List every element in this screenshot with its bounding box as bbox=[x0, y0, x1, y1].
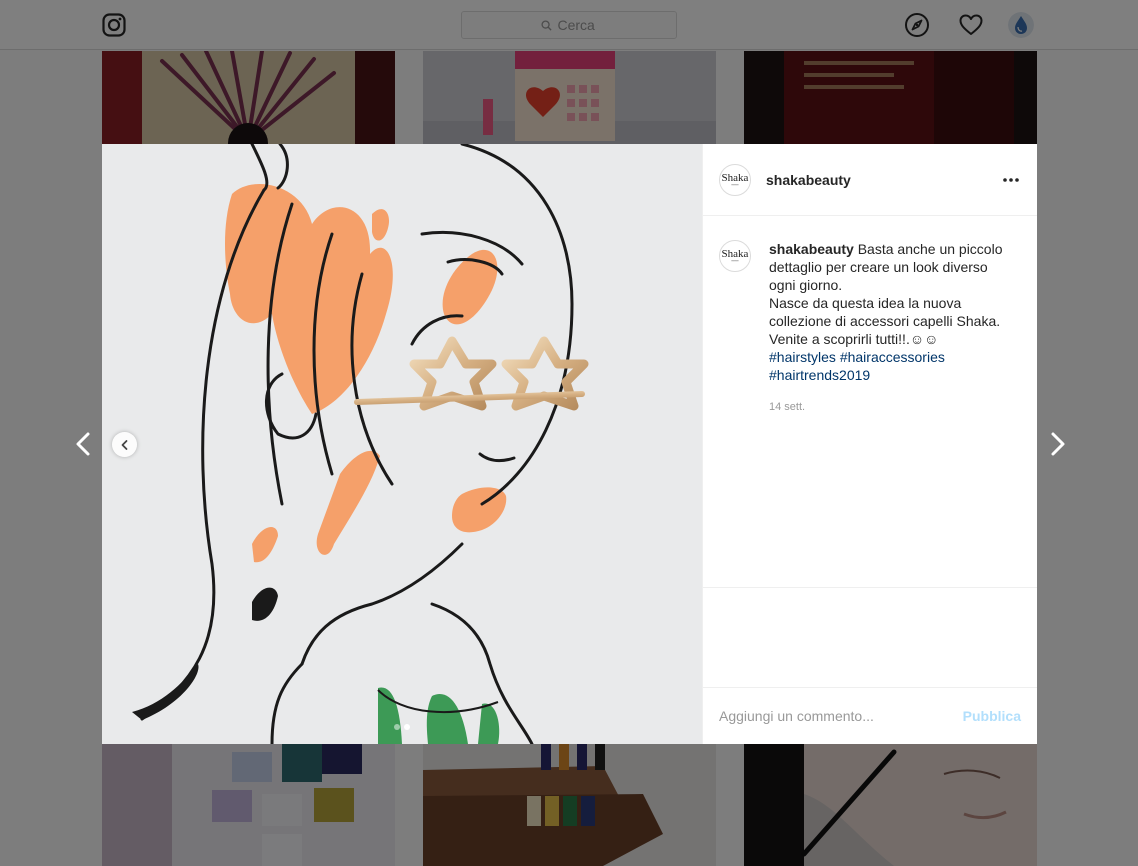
post-illustration bbox=[102, 144, 702, 744]
caption-username[interactable]: shakabeauty bbox=[769, 241, 854, 257]
caption-section: Shaka ━━━━ shakabeauty Basta anche un pi… bbox=[703, 216, 1037, 588]
hashtag-link[interactable]: #hairtrends2019 bbox=[769, 367, 870, 383]
carousel-prev-button[interactable] bbox=[112, 432, 137, 457]
post-sidebar: Shaka ━━━━ shakabeauty Shaka ━━━━ shakab… bbox=[702, 144, 1037, 744]
hashtag-list: #hairstyles #hairaccessories #hairtrends… bbox=[769, 348, 1009, 384]
carousel-dot-active bbox=[404, 724, 410, 730]
chevron-left-icon bbox=[121, 439, 127, 450]
comment-input[interactable] bbox=[719, 708, 963, 724]
avatar[interactable]: Shaka ━━━━ bbox=[719, 163, 751, 196]
publish-button[interactable]: Pubblica bbox=[963, 708, 1021, 724]
post-media[interactable] bbox=[102, 144, 702, 744]
post-header: Shaka ━━━━ shakabeauty bbox=[703, 144, 1037, 216]
more-button[interactable] bbox=[1001, 170, 1021, 190]
chevron-left-icon[interactable] bbox=[68, 428, 100, 460]
carousel-indicator bbox=[394, 724, 410, 730]
comment-form: Pubblica bbox=[703, 688, 1037, 744]
avatar[interactable]: Shaka ━━━━ bbox=[719, 240, 751, 272]
avatar-rule: ━━━━ bbox=[731, 182, 739, 187]
actions-section bbox=[703, 588, 1037, 688]
caption-text: Venite a scoprirli tutti!!.☺☺ bbox=[769, 331, 939, 347]
post-timestamp[interactable]: 14 sett. bbox=[769, 398, 1009, 416]
post-modal: Shaka ━━━━ shakabeauty Shaka ━━━━ shakab… bbox=[102, 144, 1037, 744]
hashtag-link[interactable]: #hairaccessories bbox=[840, 349, 945, 365]
carousel-dot bbox=[394, 724, 400, 730]
caption-text: Nasce da questa idea la nuova collezione… bbox=[769, 295, 1001, 329]
post-username[interactable]: shakabeauty bbox=[766, 172, 851, 188]
avatar-rule: ━━━━ bbox=[731, 259, 739, 263]
avatar-wordmark: Shaka bbox=[721, 171, 749, 184]
chevron-right-icon[interactable] bbox=[1041, 428, 1073, 460]
more-horizontal-icon bbox=[1003, 177, 1019, 182]
hashtag-link[interactable]: #hairstyles bbox=[769, 349, 836, 365]
caption: shakabeauty Basta anche un piccolo detta… bbox=[769, 240, 1009, 587]
avatar-wordmark: Shaka bbox=[721, 248, 749, 260]
